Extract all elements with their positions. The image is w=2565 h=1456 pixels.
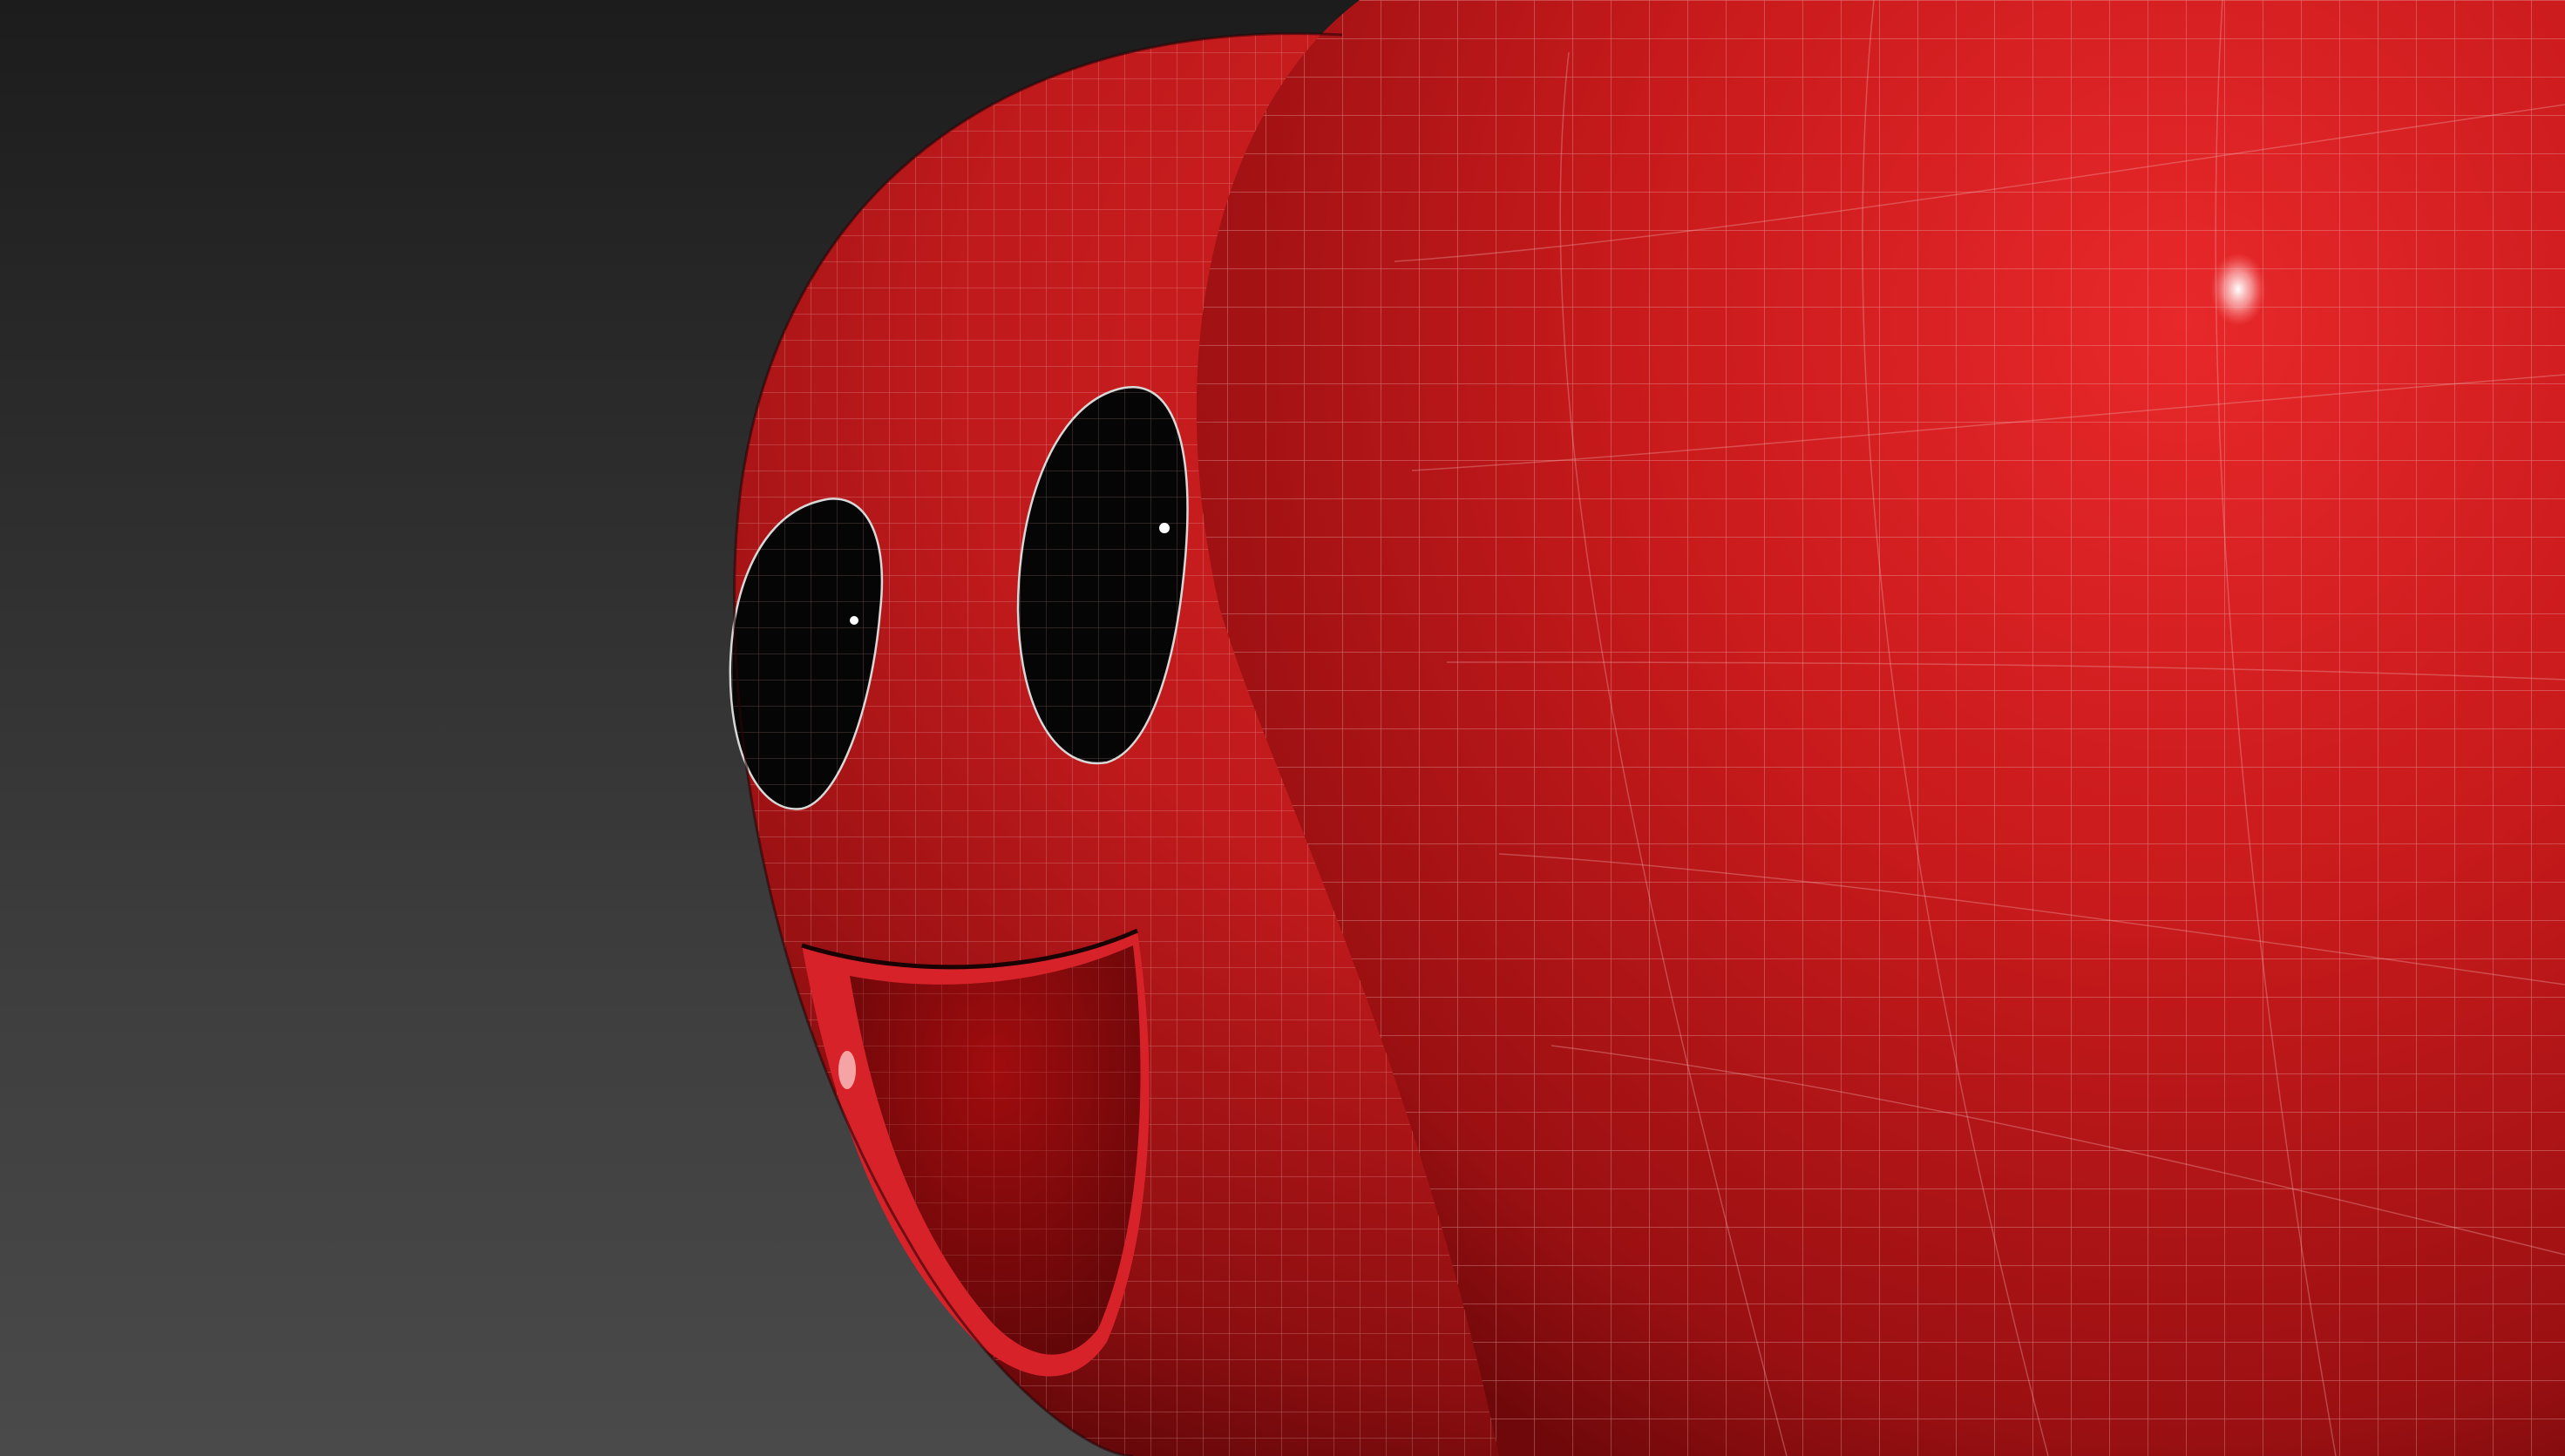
right-eye-glint	[1159, 523, 1170, 533]
3d-viewport[interactable]	[0, 0, 2565, 1456]
mouth-highlight	[838, 1051, 856, 1089]
viewport-render[interactable]	[0, 0, 2565, 1456]
left-eye-glint	[850, 616, 858, 625]
mouth[interactable]	[801, 928, 1150, 1377]
specular-highlight	[2210, 253, 2266, 326]
